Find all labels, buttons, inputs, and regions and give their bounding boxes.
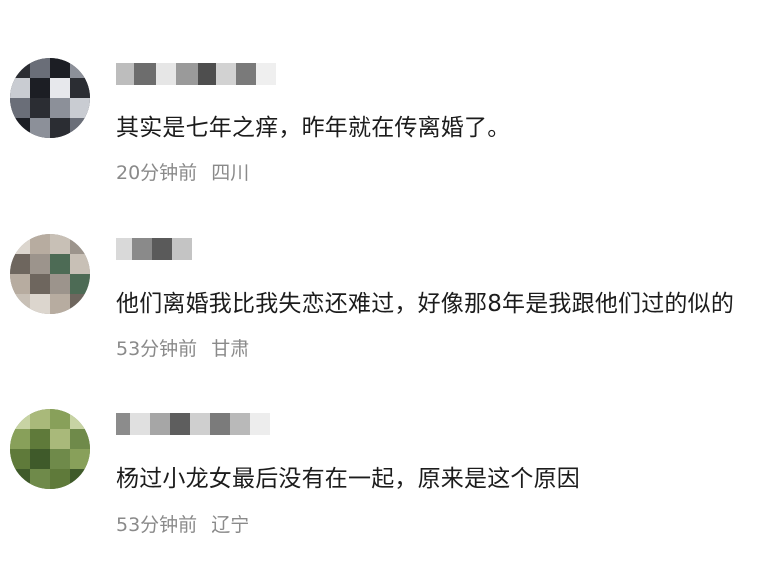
comment-text: 杨过小龙女最后没有在一起，原来是这个原因	[116, 466, 580, 492]
username-pixelated[interactable]	[116, 238, 192, 260]
comment-meta: 53分钟前 甘肃	[116, 334, 249, 361]
avatar[interactable]	[10, 234, 90, 314]
timestamp: 53分钟前	[116, 338, 198, 360]
timestamp: 53分钟前	[116, 514, 198, 536]
comment-text: 他们离婚我比我失恋还难过，好像那8年是我跟他们过的似的	[116, 291, 735, 317]
comment-item: 杨过小龙女最后没有在一起，原来是这个原因 53分钟前 辽宁	[0, 0, 778, 536]
username-pixelated[interactable]	[116, 413, 270, 435]
avatar[interactable]	[10, 409, 90, 489]
location: 甘肃	[211, 338, 250, 360]
comment-meta: 53分钟前 辽宁	[116, 510, 249, 537]
location: 辽宁	[211, 514, 250, 536]
